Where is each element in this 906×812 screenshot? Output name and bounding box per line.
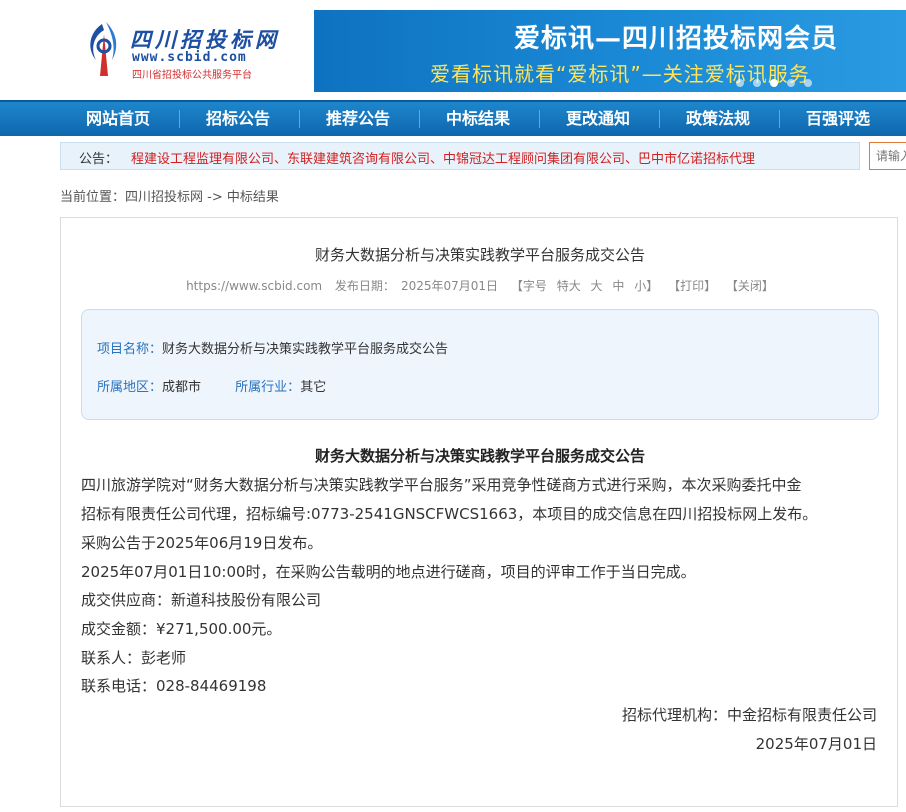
project-name-row: 项目名称：财务大数据分析与决策实践教学平台服务成交公告: [97, 338, 448, 357]
nav-change-notice[interactable]: 更改通知: [566, 102, 630, 136]
signature-date: 2025年07月01日: [755, 735, 877, 753]
logo-subtitle: 四川省招投标公共服务平台: [132, 70, 252, 81]
nav-divider: [179, 110, 180, 128]
nav-home[interactable]: 网站首页: [86, 102, 150, 136]
article-heading: 财务大数据分析与决策实践教学平台服务成交公告: [314, 447, 645, 465]
banner-dot[interactable]: [753, 79, 761, 87]
project-region-row: 所属地区：成都市 所属行业：其它: [97, 376, 326, 395]
project-name-label: 项目名称：: [97, 342, 163, 357]
breadcrumb-separator: ->: [203, 190, 227, 205]
print-button[interactable]: 【打印】: [668, 279, 716, 293]
breadcrumb-prefix: 当前位置：: [60, 190, 126, 205]
nav-recommended[interactable]: 推荐公告: [326, 102, 390, 136]
project-name-value: 财务大数据分析与决策实践教学平台服务成交公告: [162, 342, 449, 357]
nav-divider: [659, 110, 660, 128]
logo-emblem-icon: [90, 22, 117, 76]
agency-signature: 招标代理机构：中金招标有限责任公司: [621, 706, 877, 724]
breadcrumb-current-link[interactable]: 中标结果: [227, 190, 279, 205]
nav-award-results[interactable]: 中标结果: [446, 102, 510, 136]
banner-pager: [736, 72, 821, 87]
nav-divider: [779, 110, 780, 128]
nav-divider: [539, 110, 540, 128]
article-title: 财务大数据分析与决策实践教学平台服务成交公告: [314, 246, 645, 264]
body-paragraph: 招标有限责任公司代理，招标编号:0773-2541GNSCFWCS1663，本项…: [81, 505, 818, 523]
breadcrumb: 当前位置：四川招投标网 -> 中标结果: [60, 186, 279, 205]
region-label: 所属地区：: [97, 380, 163, 395]
notice-marquee[interactable]: 程建设工程监理有限公司、东联建建筑咨询有限公司、中锦冠达工程顾问集团有限公司、巴…: [131, 148, 846, 167]
site-header: 四川招投标网 www.scbid.com 四川省招投标公共服务平台 爱标讯—四川…: [0, 0, 906, 100]
meta-date-label: 发布日期：: [334, 279, 395, 293]
amount-line: 成交金额：¥271,500.00元。: [81, 620, 282, 638]
article-meta: https://www.scbid.com 发布日期： 2025年07月01日 【…: [61, 277, 899, 294]
font-size-l-button[interactable]: 大: [591, 279, 603, 293]
body-paragraph: 2025年07月01日10:00时，在采购公告载明的地点进行磋商，项目的评审工作…: [81, 563, 696, 581]
search-input[interactable]: [870, 143, 906, 169]
font-size-m-button[interactable]: 中: [612, 279, 624, 293]
nav-tender-notice[interactable]: 招标公告: [206, 102, 270, 136]
industry-label: 所属行业：: [235, 380, 301, 395]
supplier-line: 成交供应商：新道科技股份有限公司: [81, 591, 322, 609]
banner-headline: 爱标讯—四川招投标网会员: [514, 24, 839, 54]
project-info-box: 项目名称：财务大数据分析与决策实践教学平台服务成交公告 所属地区：成都市 所属行…: [81, 309, 879, 420]
font-size-s-button[interactable]: 小】: [634, 279, 658, 293]
banner-dot-active[interactable]: [770, 79, 778, 87]
meta-site: https://www.scbid.com: [186, 279, 323, 293]
notice-bar: 公告： 程建设工程监理有限公司、东联建建筑咨询有限公司、中锦冠达工程顾问集团有限…: [60, 142, 860, 170]
meta-date: 2025年07月01日: [400, 279, 499, 293]
nav-divider: [299, 110, 300, 128]
article-container: 财务大数据分析与决策实践教学平台服务成交公告 https://www.scbid…: [60, 217, 898, 807]
close-button[interactable]: 【关闭】: [726, 279, 774, 293]
banner-dot[interactable]: [736, 79, 744, 87]
logo-url: www.scbid.com: [132, 50, 247, 65]
notice-label: 公告：: [79, 152, 119, 167]
site-logo[interactable]: 四川招投标网 www.scbid.com 四川省招投标公共服务平台: [82, 20, 292, 82]
industry-value: 其它: [300, 380, 327, 395]
nav-top100[interactable]: 百强评选: [806, 102, 870, 136]
nav-policies[interactable]: 政策法规: [686, 102, 750, 136]
region-value: 成都市: [162, 380, 202, 395]
font-size-xl-button[interactable]: 特大: [557, 279, 581, 293]
main-nav: 网站首页 招标公告 推荐公告 中标结果 更改通知 政策法规 百强评选: [0, 100, 906, 136]
banner-dot[interactable]: [804, 79, 812, 87]
banner-dot[interactable]: [787, 79, 795, 87]
body-paragraph: 采购公告于2025年06月19日发布。: [81, 534, 323, 552]
breadcrumb-home-link[interactable]: 四川招投标网: [125, 190, 203, 205]
nav-divider: [419, 110, 420, 128]
phone-line: 联系电话：028-84469198: [81, 677, 267, 695]
promo-banner[interactable]: 爱标讯—四川招投标网会员 爱看标讯就看“爱标讯”—关注爱标讯服务: [314, 10, 906, 92]
search-box: [869, 142, 906, 170]
body-paragraph: 四川旅游学院对“财务大数据分析与决策实践教学平台服务”采用竞争性磋商方式进行采购…: [81, 476, 802, 494]
font-size-label: 【字号: [510, 279, 547, 293]
contact-line: 联系人：彭老师: [81, 649, 187, 667]
